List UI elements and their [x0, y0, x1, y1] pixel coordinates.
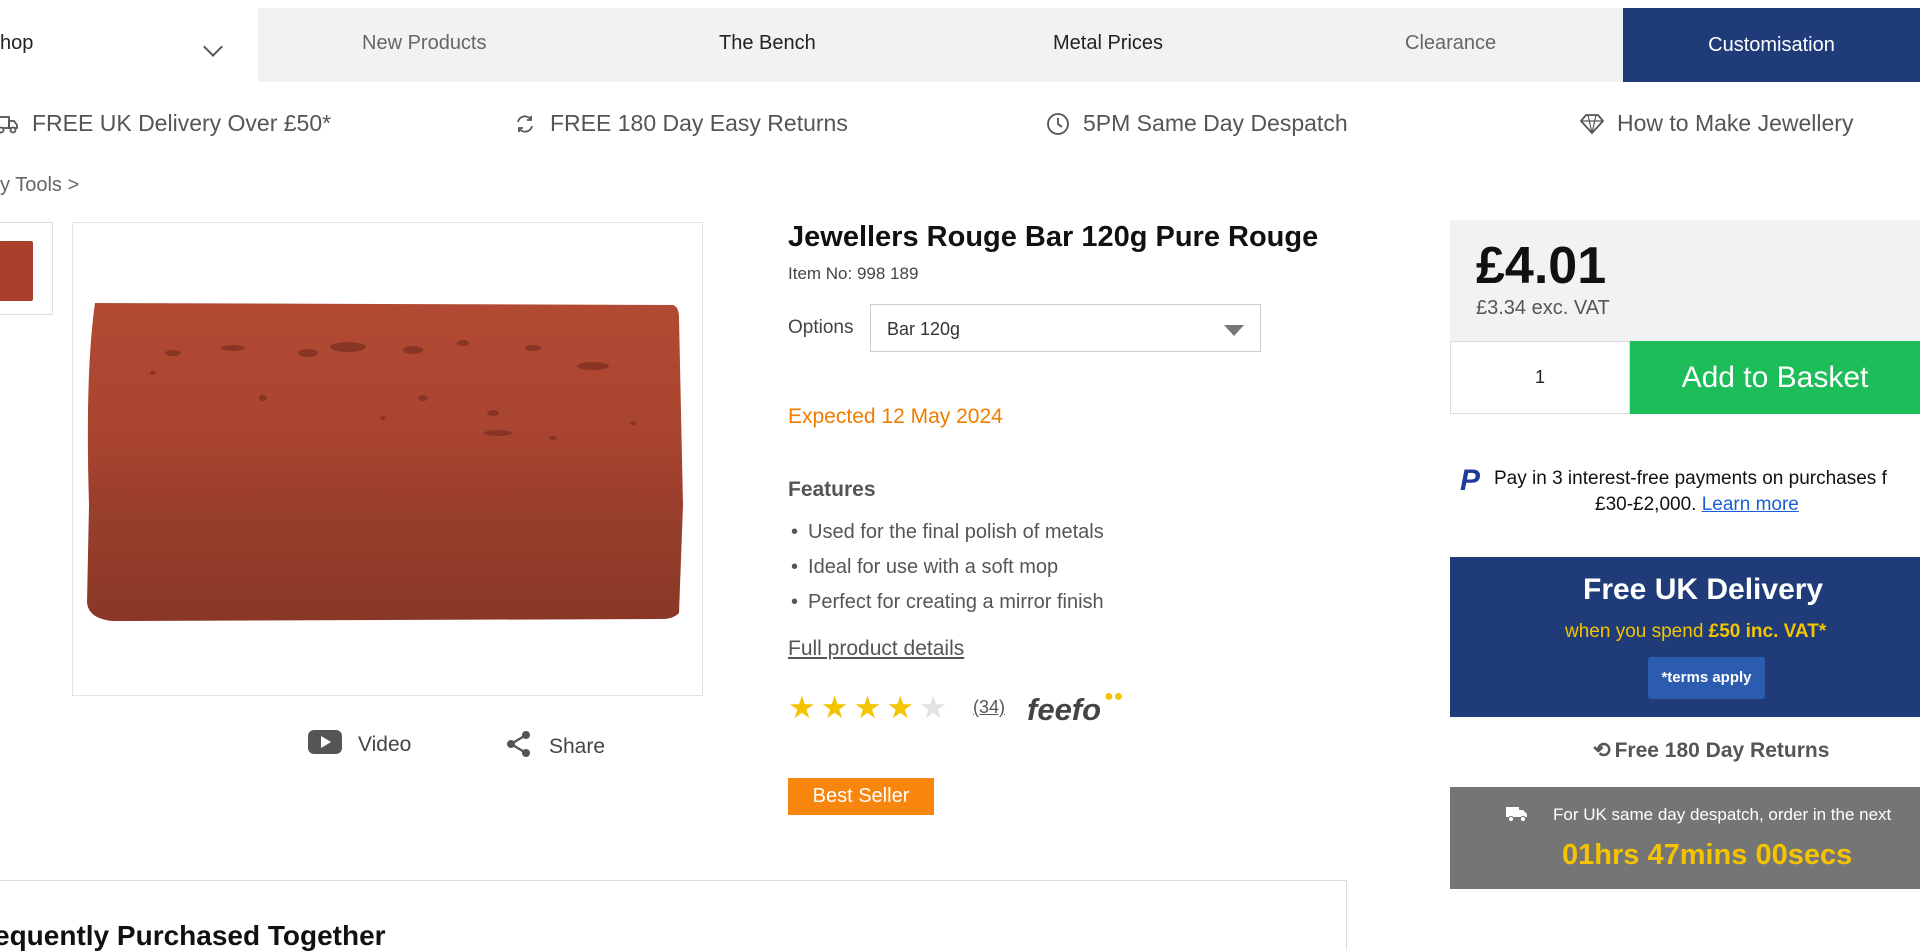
usp-how-to[interactable]: How to Make Jewellery: [1579, 110, 1853, 137]
product-main-image[interactable]: [72, 222, 703, 696]
video-label: Video: [358, 733, 412, 756]
feature-item: Ideal for use with a soft mop: [791, 556, 1058, 579]
feefo-logo[interactable]: feefo ●●: [1027, 688, 1123, 728]
nav-metal-prices[interactable]: Metal Prices: [1053, 32, 1163, 55]
feefo-eyes-icon: ●●: [1104, 688, 1124, 705]
item-number: Item No: 998 189: [788, 264, 919, 283]
despatch-countdown-box: For UK same day despatch, order in the n…: [1450, 787, 1920, 889]
play-icon: [308, 730, 342, 760]
nav-the-bench[interactable]: The Bench: [719, 32, 816, 55]
price-ex-vat: £3.34 exc. VAT: [1476, 297, 1610, 319]
paypal-icon: P: [1460, 464, 1481, 497]
paypal-range: £30-£2,000.: [1595, 494, 1697, 515]
frequently-purchased-heading: equently Purchased Together: [0, 920, 386, 951]
free-delivery-prefix: when you spend: [1565, 621, 1709, 642]
product-title: Jewellers Rouge Bar 120g Pure Rouge: [788, 221, 1319, 253]
rouge-bar-image: [87, 303, 684, 621]
feature-item: Used for the final polish of metals: [791, 521, 1104, 544]
video-button[interactable]: Video: [308, 730, 411, 760]
nav-clearance[interactable]: Clearance: [1405, 32, 1496, 55]
usp-despatch-label: 5PM Same Day Despatch: [1083, 110, 1348, 136]
price: £4.01: [1476, 237, 1607, 295]
product-thumbnail[interactable]: [0, 222, 53, 315]
free-returns[interactable]: ⟲ Free 180 Day Returns: [1593, 738, 1829, 763]
free-delivery-subtext: when you spend £50 inc. VAT*: [1565, 621, 1826, 643]
options-select-value: Bar 120g: [887, 319, 961, 339]
paypal-learn-more-link[interactable]: Learn more: [1702, 494, 1799, 515]
feature-item: Perfect for creating a mirror finish: [791, 591, 1104, 614]
chevron-down-icon: [203, 37, 223, 57]
share-button[interactable]: Share: [505, 730, 605, 764]
paypal-message-line2: £30-£2,000. Learn more: [1595, 494, 1799, 516]
add-to-basket-button[interactable]: Add to Basket: [1630, 341, 1920, 414]
usp-returns[interactable]: FREE 180 Day Easy Returns: [512, 110, 848, 137]
despatch-countdown: 01hrs 47mins 00secs: [1562, 839, 1853, 871]
usp-despatch[interactable]: 5PM Same Day Despatch: [1045, 110, 1348, 137]
truck-icon: [0, 111, 20, 137]
review-count-link[interactable]: (34): [973, 697, 1005, 718]
rating-stars[interactable]: ★ ★ ★ ★ ★: [788, 692, 947, 723]
usp-delivery-label: FREE UK Delivery Over £50*: [32, 110, 332, 136]
free-delivery-amount: £50 inc. VAT*: [1708, 621, 1827, 642]
undo-icon: ⟲: [1593, 739, 1611, 762]
star-filled-icon: ★: [853, 690, 882, 725]
star-filled-icon: ★: [886, 690, 915, 725]
top-nav: hop New Products The Bench Metal Prices …: [0, 8, 1920, 82]
refresh-icon: [512, 111, 538, 137]
breadcrumb[interactable]: y Tools >: [0, 174, 79, 197]
diamond-icon: [1579, 111, 1605, 137]
usp-returns-label: FREE 180 Day Easy Returns: [550, 110, 848, 136]
options-label: Options: [788, 317, 854, 338]
paypal-message: Pay in 3 interest-free payments on purch…: [1494, 468, 1887, 489]
share-label: Share: [549, 735, 606, 758]
usp-delivery[interactable]: FREE UK Delivery Over £50*: [0, 110, 331, 137]
free-delivery-banner: Free UK Delivery when you spend £50 inc.…: [1450, 557, 1920, 717]
options-select[interactable]: Bar 120g: [870, 304, 1261, 352]
best-seller-badge: Best Seller: [788, 778, 934, 815]
price-box: £4.01 £3.34 exc. VAT: [1450, 220, 1920, 341]
terms-apply-button[interactable]: *terms apply: [1648, 657, 1765, 699]
quantity-input[interactable]: 1: [1450, 341, 1630, 414]
nav-new-products[interactable]: New Products: [362, 32, 487, 55]
star-filled-icon: ★: [788, 690, 816, 725]
nav-customisation[interactable]: Customisation: [1623, 8, 1920, 82]
features-heading: Features: [788, 478, 876, 501]
free-delivery-heading: Free UK Delivery: [1583, 573, 1824, 606]
free-returns-label: Free 180 Day Returns: [1614, 739, 1830, 762]
despatch-text: For UK same day despatch, order in the n…: [1553, 805, 1892, 824]
usp-how-to-label: How to Make Jewellery: [1617, 110, 1854, 136]
full-product-details-link[interactable]: Full product details: [788, 637, 964, 661]
truck-icon: [1506, 805, 1528, 825]
shop-dropdown[interactable]: hop: [0, 8, 258, 82]
clock-icon: [1045, 111, 1071, 137]
shop-dropdown-label: hop: [0, 32, 34, 54]
chevron-down-icon: [1224, 325, 1244, 336]
feefo-wordmark: feefo: [1027, 692, 1102, 727]
star-filled-icon: ★: [820, 690, 849, 725]
star-empty-icon: ★: [919, 690, 947, 725]
share-icon: [505, 730, 533, 764]
expected-date: Expected 12 May 2024: [788, 405, 1003, 428]
